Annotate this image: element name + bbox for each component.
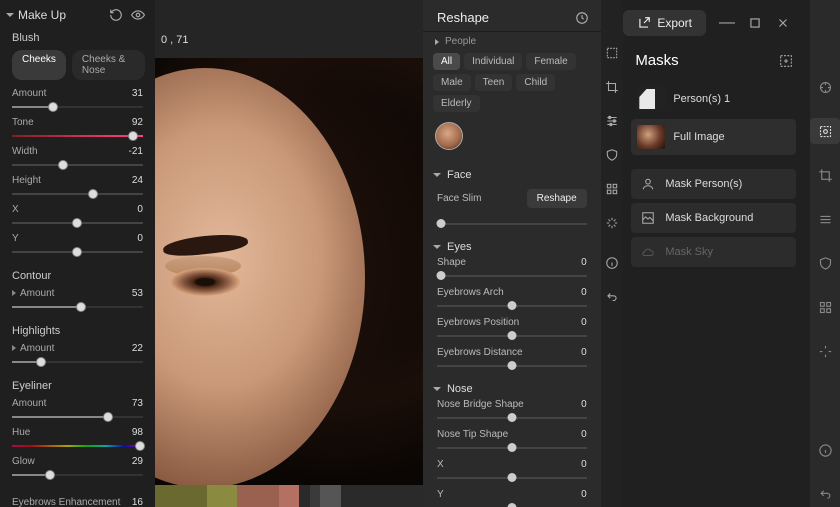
chevron-right-icon[interactable] <box>435 39 439 45</box>
rail-grid-icon[interactable] <box>810 294 840 320</box>
slider-eyeliner-glow[interactable] <box>12 469 143 481</box>
param-eyeliner-amount: Amount73 <box>0 396 155 425</box>
export-button[interactable]: Export <box>623 10 706 36</box>
mask-sky-button[interactable]: Mask Sky <box>631 237 796 267</box>
param-width: Width-21 <box>0 144 155 173</box>
background-icon <box>641 211 655 225</box>
slider-width[interactable] <box>12 159 143 171</box>
slider-eyebrows-distance[interactable] <box>437 361 587 371</box>
slider-tone[interactable] <box>12 130 143 142</box>
slider-eyebrows-arch[interactable] <box>437 301 587 311</box>
mask-item-full[interactable]: Full Image <box>631 119 796 155</box>
slider-face-slim[interactable] <box>437 219 587 229</box>
tab-cheeks-nose[interactable]: Cheeks & Nose <box>72 50 145 80</box>
rail-mask-icon[interactable] <box>810 118 840 144</box>
slider-contour-amount[interactable] <box>12 301 143 313</box>
slider-eyebrows-position[interactable] <box>437 331 587 341</box>
slider-eyeliner-hue[interactable] <box>12 440 143 452</box>
tab-all[interactable]: All <box>433 53 460 70</box>
param-height: Height24 <box>0 173 155 202</box>
mask-item-persons[interactable]: Person(s) 1 <box>631 81 796 117</box>
slider-nose-x[interactable] <box>437 473 587 483</box>
panel-title: Make Up <box>18 8 66 22</box>
maximize-icon[interactable] <box>748 16 762 30</box>
reshape-reset-icon[interactable] <box>575 11 589 25</box>
filmstrip[interactable] <box>155 485 423 507</box>
add-mask-icon[interactable] <box>778 53 794 69</box>
info-icon[interactable] <box>605 256 619 270</box>
sparkle-icon[interactable] <box>605 216 619 230</box>
person-avatar[interactable] <box>435 122 463 150</box>
image-canvas[interactable] <box>155 58 423 485</box>
slider-nose-bridge[interactable] <box>437 413 587 423</box>
sliders-icon[interactable] <box>605 114 619 128</box>
mask-thumb <box>637 125 665 149</box>
slider-eyeliner-amount[interactable] <box>12 411 143 423</box>
param-eyeliner-glow: Glow29 <box>0 454 155 483</box>
slider-x[interactable] <box>12 217 143 229</box>
section-eyes[interactable]: Eyes <box>423 233 601 255</box>
visibility-icon[interactable] <box>131 8 145 22</box>
param-tone: Tone92 <box>0 115 155 144</box>
tab-female[interactable]: Female <box>526 53 575 70</box>
masks-panel: Export — Masks Person(s) 1 Full Image Ma… <box>623 0 840 507</box>
slider-highlights-amount[interactable] <box>12 356 143 368</box>
undo-redo-icon[interactable] <box>605 290 619 304</box>
slider-eye-shape[interactable] <box>437 271 587 281</box>
right-tool-rail <box>810 0 840 507</box>
highlights-title: Highlights <box>0 315 155 341</box>
tab-teen[interactable]: Teen <box>475 74 513 91</box>
select-icon[interactable] <box>605 46 619 60</box>
masks-title: Masks <box>635 52 678 69</box>
reshape-toolbar <box>601 0 624 507</box>
reset-icon[interactable] <box>109 8 123 22</box>
person-icon <box>641 177 655 191</box>
slider-amount[interactable] <box>12 101 143 113</box>
param-eyeliner-hue: Hue98 <box>0 425 155 454</box>
slider-y[interactable] <box>12 246 143 258</box>
rail-adjust-icon[interactable] <box>810 74 840 100</box>
section-face[interactable]: Face <box>423 161 601 183</box>
rail-sliders-icon[interactable] <box>810 206 840 232</box>
param-x: X0 <box>0 202 155 231</box>
mask-thumb <box>637 87 665 111</box>
eyeliner-title: Eyeliner <box>0 370 155 396</box>
reshape-button[interactable]: Reshape <box>527 189 587 208</box>
minimize-icon[interactable]: — <box>720 16 734 30</box>
section-nose[interactable]: Nose <box>423 375 601 397</box>
close-icon[interactable] <box>776 16 790 30</box>
eyebrows-enh-label: Eyebrows Enhancement <box>12 497 120 507</box>
rail-info-icon[interactable] <box>810 437 840 463</box>
reshape-title: Reshape <box>437 10 489 25</box>
cursor-coord: 0 , 71 <box>161 34 189 46</box>
grid-icon[interactable] <box>605 182 619 196</box>
image-viewport[interactable]: 0 , 71 <box>155 0 423 507</box>
param-y: Y0 <box>0 231 155 260</box>
param-amount: Amount31 <box>0 86 155 115</box>
crop-icon[interactable] <box>605 80 619 94</box>
rail-undo-icon[interactable] <box>810 481 840 507</box>
collapse-icon[interactable] <box>6 13 14 17</box>
param-highlights-amount: Amount22 <box>0 341 155 370</box>
mask-persons-button[interactable]: Mask Person(s) <box>631 169 796 199</box>
contour-title: Contour <box>0 260 155 286</box>
mask-background-button[interactable]: Mask Background <box>631 203 796 233</box>
rail-sparkle-icon[interactable] <box>810 338 840 364</box>
blush-label: Blush <box>0 26 155 48</box>
rail-crop-icon[interactable] <box>810 162 840 188</box>
tab-elderly[interactable]: Elderly <box>433 95 480 112</box>
slider-nose-y[interactable] <box>437 503 587 507</box>
tab-child[interactable]: Child <box>516 74 555 91</box>
shield-icon[interactable] <box>605 148 619 162</box>
makeup-panel: Make Up Blush Cheeks Cheeks & Nose Amoun… <box>0 0 155 507</box>
tab-individual[interactable]: Individual <box>464 53 522 70</box>
slider-height[interactable] <box>12 188 143 200</box>
tab-male[interactable]: Male <box>433 74 471 91</box>
cloud-icon <box>641 245 655 259</box>
reshape-panel: Reshape People All Individual Female Mal… <box>423 0 601 507</box>
rail-shield-icon[interactable] <box>810 250 840 276</box>
slider-nose-tip[interactable] <box>437 443 587 453</box>
tab-cheeks[interactable]: Cheeks <box>12 50 66 80</box>
param-contour-amount: Amount53 <box>0 286 155 315</box>
